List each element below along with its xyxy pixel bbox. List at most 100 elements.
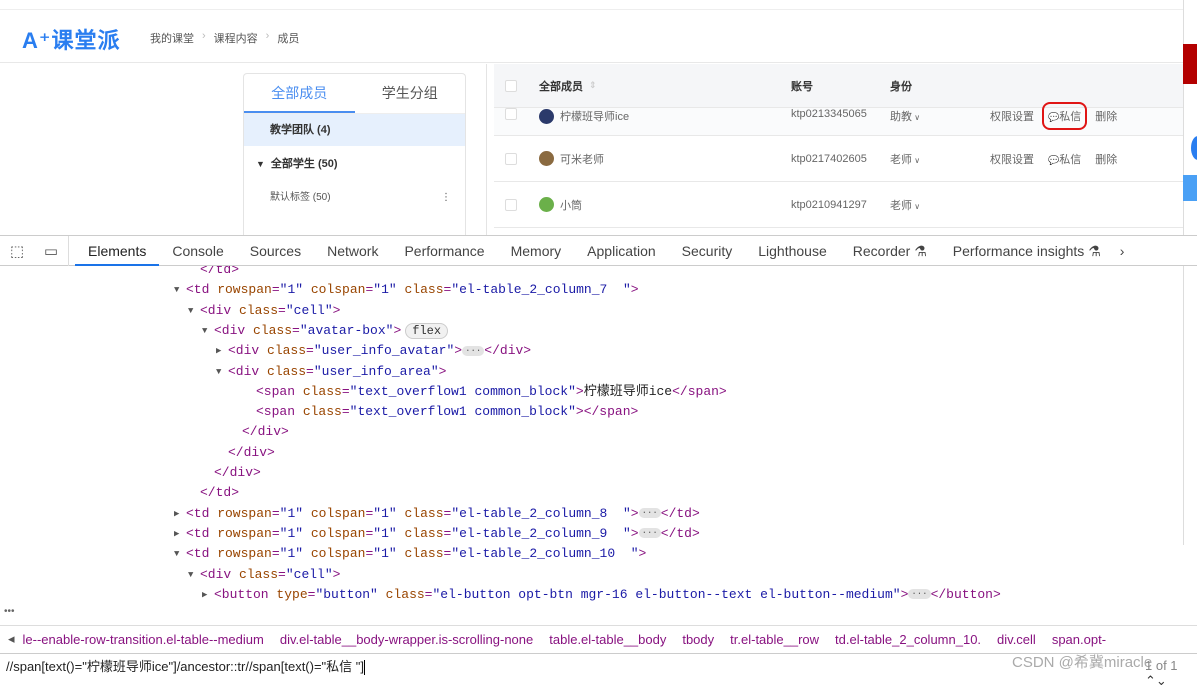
code-token: </span bbox=[672, 383, 719, 399]
dom-node-line[interactable]: </td> bbox=[200, 266, 239, 280]
default-tag-item[interactable]: 默认标签 (50) ⋮ bbox=[244, 182, 465, 214]
teaching-team-item[interactable]: 教学团队 (4) bbox=[244, 114, 465, 146]
dom-node-line[interactable]: </div> bbox=[228, 443, 275, 463]
dom-node-line[interactable]: <div class="cell"> bbox=[200, 565, 340, 585]
breadcrumb-item[interactable]: 课程内容 bbox=[214, 30, 258, 46]
code-token: "text_overflow1 common_block" bbox=[349, 404, 576, 420]
code-token: </div bbox=[242, 424, 282, 440]
dom-node-line[interactable]: <span class="text_overflow1 common_block… bbox=[256, 382, 727, 402]
dom-node-line[interactable]: <span class="opt-btn mgr-16"> == $0 bbox=[214, 605, 487, 606]
row-checkbox[interactable] bbox=[505, 108, 517, 120]
flex-badge[interactable]: flex bbox=[405, 322, 449, 339]
role-dropdown[interactable]: 老师 ∨ bbox=[890, 151, 990, 167]
closing-tag: </td> bbox=[660, 525, 700, 541]
dom-breadcrumb-item[interactable]: le--enable-row-transition.el-table--medi… bbox=[23, 632, 264, 647]
expand-arrow-icon[interactable]: ▶ bbox=[216, 341, 228, 361]
tab-lighthouse[interactable]: Lighthouse bbox=[745, 236, 840, 266]
tab-recorder[interactable]: Recorder ⚗ bbox=[840, 236, 940, 266]
role-dropdown[interactable]: 老师 ∨ bbox=[890, 197, 990, 213]
message-button[interactable]: 💬私信 bbox=[1048, 151, 1081, 167]
expand-arrow-icon[interactable]: ▼ bbox=[216, 362, 228, 382]
dom-node-line[interactable]: </td> bbox=[200, 483, 239, 503]
side-red-tab[interactable] bbox=[1183, 44, 1197, 84]
tab-elements[interactable]: Elements bbox=[75, 236, 160, 266]
permission-button[interactable]: 权限设置 bbox=[990, 151, 1034, 167]
dom-node-line[interactable]: <div class="user_info_area"> bbox=[228, 362, 446, 382]
match-count: 1 of 1 bbox=[1145, 658, 1178, 673]
side-blue-tab[interactable] bbox=[1183, 175, 1197, 201]
tab-console[interactable]: Console bbox=[159, 236, 236, 266]
dom-node-line[interactable]: <td rowspan="1" colspan="1" class="el-ta… bbox=[186, 524, 700, 544]
dom-node-line[interactable]: </div> bbox=[242, 422, 289, 442]
tab-network[interactable]: Network bbox=[314, 236, 391, 266]
code-token: class bbox=[245, 322, 293, 338]
scroll-left-icon[interactable]: ◂ bbox=[8, 631, 15, 647]
dom-breadcrumb-item[interactable]: div.cell bbox=[997, 632, 1036, 647]
more-actions-icon[interactable]: ••• bbox=[4, 606, 15, 617]
dom-node-line[interactable]: <div class="avatar-box"> flex bbox=[214, 321, 449, 341]
select-all-checkbox[interactable] bbox=[505, 79, 517, 92]
dom-node-line[interactable]: <div class="user_info_avatar"> ··· </div> bbox=[228, 341, 531, 361]
member-name[interactable]: 柠檬班导师ice bbox=[560, 108, 629, 124]
delete-button[interactable]: 删除 bbox=[1095, 151, 1117, 167]
dom-node-line[interactable]: <button type="button" class="el-button o… bbox=[214, 585, 1001, 605]
member-name[interactable]: 小筒 bbox=[560, 197, 582, 213]
row-checkbox[interactable] bbox=[505, 198, 517, 211]
device-toolbar-icon[interactable]: ▭ bbox=[34, 242, 68, 260]
tab-performance-insights[interactable]: Performance insights ⚗ bbox=[940, 236, 1114, 266]
breadcrumb-item[interactable]: 我的课堂 bbox=[150, 30, 194, 46]
tab-security[interactable]: Security bbox=[669, 236, 746, 266]
message-button[interactable]: 💬私信 bbox=[1041, 102, 1088, 130]
dom-node-line[interactable]: <span class="text_overflow1 common_block… bbox=[256, 402, 638, 422]
dom-node-line[interactable]: <td rowspan="1" colspan="1" class="el-ta… bbox=[186, 280, 639, 300]
all-students-item[interactable]: ▼ 全部学生 (50) bbox=[244, 146, 465, 182]
expand-arrow-icon[interactable]: ▶ bbox=[174, 524, 186, 544]
permission-button[interactable]: 权限设置 bbox=[990, 108, 1034, 124]
tab-performance[interactable]: Performance bbox=[391, 236, 497, 266]
prev-match-icon[interactable]: ⌃ bbox=[1145, 673, 1156, 688]
code-token: > bbox=[575, 383, 584, 399]
dom-breadcrumb-item[interactable]: table.el-table__body bbox=[549, 632, 666, 647]
code-token: "1" bbox=[373, 546, 397, 562]
expand-arrow-icon[interactable]: ▼ bbox=[188, 301, 200, 321]
tab-memory[interactable]: Memory bbox=[498, 236, 575, 266]
delete-button[interactable]: 删除 bbox=[1095, 108, 1117, 124]
node-source: </div> bbox=[214, 465, 261, 480]
dom-node-line[interactable]: <td rowspan="1" colspan="1" class="el-ta… bbox=[186, 544, 646, 564]
dom-breadcrumb-item[interactable]: span.opt- bbox=[1052, 632, 1106, 647]
dom-breadcrumb-item[interactable]: td.el-table_2_column_10. bbox=[835, 632, 981, 647]
sort-icon[interactable]: ⇕ bbox=[589, 80, 597, 91]
collapsed-ellipsis[interactable]: ··· bbox=[908, 589, 931, 600]
collapsed-ellipsis[interactable]: ··· bbox=[638, 508, 661, 519]
expand-arrow-icon[interactable]: ▶ bbox=[202, 585, 214, 605]
role-dropdown[interactable]: 助教 ∨ bbox=[890, 108, 990, 124]
collapsed-ellipsis[interactable]: ··· bbox=[638, 528, 661, 539]
member-name[interactable]: 可米老师 bbox=[560, 151, 604, 167]
name-cell: 柠檬班导师ice bbox=[539, 108, 791, 124]
collapsed-ellipsis[interactable]: ··· bbox=[462, 345, 485, 356]
expand-arrow-icon[interactable]: ▼ bbox=[174, 280, 186, 300]
more-icon[interactable]: ⋮ bbox=[441, 182, 451, 214]
dom-node-line[interactable]: <td rowspan="1" colspan="1" class="el-ta… bbox=[186, 504, 700, 524]
expand-arrow-icon[interactable]: ▼ bbox=[202, 321, 214, 341]
inspect-element-icon[interactable]: ⬚ bbox=[0, 242, 34, 260]
dom-breadcrumb-item[interactable]: tbody bbox=[682, 632, 714, 647]
logo[interactable]: A⁺课堂派 bbox=[22, 23, 121, 55]
expand-arrow-icon[interactable]: ▶ bbox=[174, 504, 186, 524]
code-token: "1" bbox=[373, 525, 397, 541]
tab-all-members[interactable]: 全部成员 bbox=[244, 74, 355, 113]
dom-node-line[interactable]: </div> bbox=[214, 463, 261, 483]
next-match-icon[interactable]: ⌄ bbox=[1156, 673, 1167, 688]
expand-arrow-icon[interactable]: ▼ bbox=[202, 605, 214, 606]
tab-student-groups[interactable]: 学生分组 bbox=[355, 74, 466, 113]
tab-sources[interactable]: Sources bbox=[237, 236, 314, 266]
dom-breadcrumb-item[interactable]: div.el-table__body-wrapper.is-scrolling-… bbox=[280, 632, 533, 647]
more-tabs-icon[interactable]: › bbox=[1120, 243, 1125, 259]
search-input[interactable]: //span[text()="柠檬班导师ice"]/ancestor::tr//… bbox=[6, 659, 364, 674]
dom-breadcrumb-item[interactable]: tr.el-table__row bbox=[730, 632, 819, 647]
expand-arrow-icon[interactable]: ▼ bbox=[174, 544, 186, 564]
dom-node-line[interactable]: <div class="cell"> bbox=[200, 301, 340, 321]
expand-arrow-icon[interactable]: ▼ bbox=[188, 565, 200, 585]
tab-application[interactable]: Application bbox=[574, 236, 669, 266]
row-checkbox[interactable] bbox=[505, 152, 517, 165]
